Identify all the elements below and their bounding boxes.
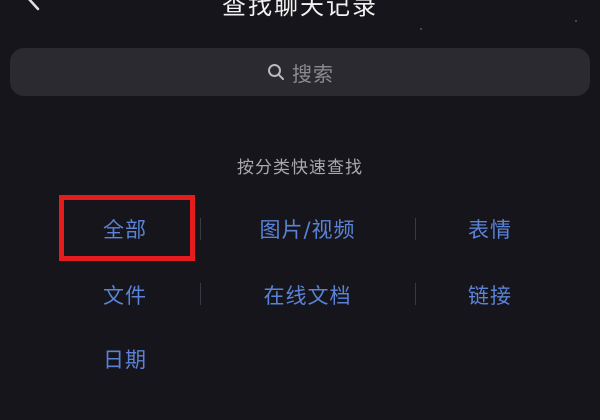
category-files[interactable]: 文件 [60, 280, 190, 310]
highlight-box [59, 195, 195, 261]
page-title: 查找聊天记录 [222, 0, 378, 20]
search-placeholder: 搜索 [292, 61, 334, 86]
divider [200, 283, 201, 305]
decorative-dot [575, 20, 577, 22]
category-images-videos[interactable]: 图片/视频 [215, 214, 400, 244]
category-links[interactable]: 链接 [430, 280, 550, 310]
section-label: 按分类快速查找 [237, 158, 363, 178]
category-online-docs[interactable]: 在线文档 [215, 280, 400, 310]
divider [200, 218, 201, 240]
category-stickers[interactable]: 表情 [430, 214, 550, 244]
search-input[interactable]: 搜索 [10, 48, 590, 96]
category-date[interactable]: 日期 [60, 344, 190, 374]
divider [415, 283, 416, 305]
divider [415, 218, 416, 240]
decorative-dot [420, 28, 422, 30]
header: 查找聊天记录 [0, 0, 600, 40]
search-icon [268, 64, 284, 80]
